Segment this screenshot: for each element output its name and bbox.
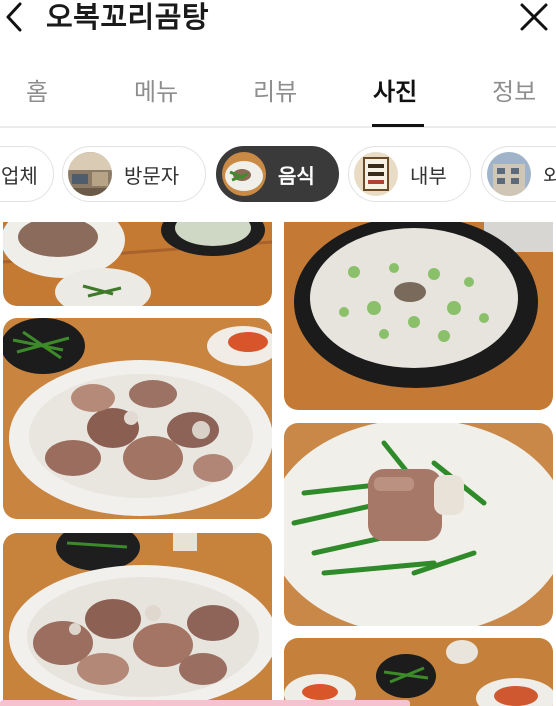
page-title: 오복꼬리곰탕	[46, 0, 210, 34]
food-photo	[3, 318, 272, 519]
chip-thumbnail	[68, 152, 112, 196]
chip-exterior[interactable]: 외	[481, 146, 556, 202]
food-photo	[284, 222, 553, 410]
chip-label: 업체	[1, 163, 38, 188]
bottom-bar	[0, 700, 410, 706]
photo-tile[interactable]	[3, 318, 272, 519]
food-photo	[284, 638, 553, 706]
close-button[interactable]	[514, 0, 554, 34]
tab-reviews[interactable]: 리뷰	[253, 72, 297, 107]
tab-home[interactable]: 홈	[26, 72, 48, 107]
chip-visitor[interactable]: 방문자	[62, 146, 206, 202]
tab-bar: 홈 메뉴 리뷰 사진 정보	[0, 62, 556, 128]
chip-interior[interactable]: 내부	[348, 146, 471, 202]
chevron-left-icon	[6, 2, 22, 32]
chip-label: 음식	[278, 163, 315, 188]
chip-label: 외	[543, 160, 556, 189]
photo-tile[interactable]	[284, 423, 553, 626]
chip-label: 방문자	[124, 163, 180, 188]
tab-info[interactable]: 정보	[492, 72, 536, 107]
chip-thumbnail	[487, 152, 531, 196]
photo-tile[interactable]	[3, 222, 272, 306]
food-photo	[3, 222, 272, 306]
chip-thumbnail	[354, 152, 398, 196]
photo-tile[interactable]	[284, 638, 553, 706]
photo-tile[interactable]	[3, 533, 272, 706]
close-icon	[520, 3, 548, 31]
photo-category-chips: 업체 방문자 음식 내부 외	[0, 146, 556, 202]
food-photo	[284, 423, 553, 626]
chip-food[interactable]: 음식	[216, 146, 339, 202]
active-tab-indicator	[372, 124, 424, 127]
chip-label: 내부	[410, 163, 447, 188]
back-button[interactable]	[0, 0, 28, 34]
tab-photos[interactable]: 사진	[373, 72, 417, 107]
food-photo	[3, 533, 272, 706]
chip-business[interactable]: 업체	[0, 146, 54, 202]
chip-thumbnail	[222, 152, 266, 196]
tab-menu[interactable]: 메뉴	[134, 72, 178, 107]
photo-tile[interactable]	[284, 222, 553, 410]
top-header: 오복꼬리곰탕	[0, 0, 556, 36]
